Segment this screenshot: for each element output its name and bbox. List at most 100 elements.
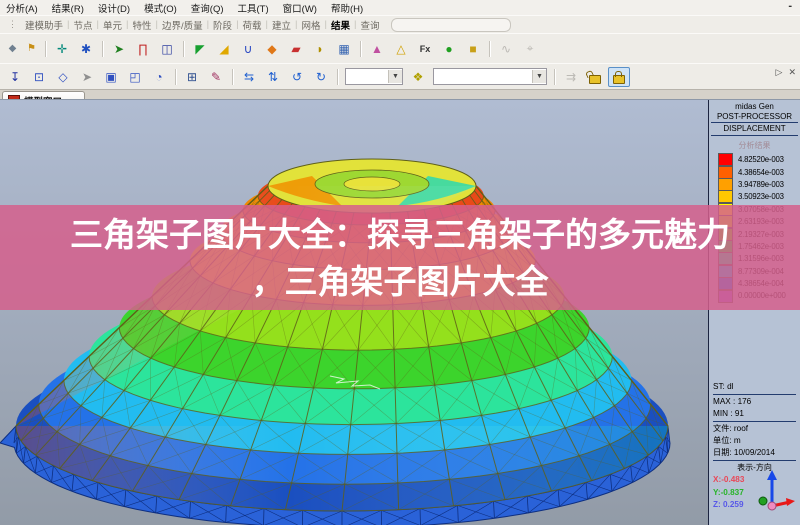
drag-handle-icon: ⋮	[8, 19, 17, 30]
axis-triad-icon	[758, 466, 796, 512]
toolbar-tab-2[interactable]: 单元	[99, 18, 126, 32]
toolbar-overflow-icon[interactable]: ▷	[776, 67, 783, 78]
zoom-window-icon[interactable]: ⊞	[181, 66, 203, 87]
toolbar-tab-0[interactable]: 建模助手	[21, 18, 67, 32]
seo-banner-overlay: 三角架子图片大全：探寻三角架子的多元魅力 ，三角架子图片大全	[0, 205, 800, 310]
yellow-triangle-icon[interactable]: △	[390, 38, 412, 59]
dome-model-render	[0, 100, 709, 525]
toolbar-separator	[102, 41, 103, 57]
legend-row: 4.38654e-003	[718, 166, 800, 178]
pan-left-icon[interactable]: ⇆	[238, 66, 260, 87]
toolbar-well	[391, 18, 511, 32]
toolbar-tab-8[interactable]: 网格	[298, 18, 325, 32]
flag-icon[interactable]: ⚑	[23, 40, 40, 57]
info-unit: 单位: m	[713, 435, 796, 447]
toolbar-separator	[45, 41, 46, 57]
rotate-right-icon[interactable]: ↻	[310, 66, 332, 87]
menu-item-0[interactable]: 分析(A)	[6, 1, 38, 15]
select-volume-icon[interactable]: ◰	[124, 66, 146, 87]
toolbar-tab-1[interactable]: 节点	[69, 18, 96, 32]
toolbar-separator	[232, 69, 233, 85]
crescent-icon[interactable]: ◗	[309, 38, 331, 59]
select-window-icon[interactable]: ▣	[100, 66, 122, 87]
toolbar-separator	[175, 69, 176, 85]
result-label: 分析结果	[709, 140, 800, 151]
legend-value: 4.38654e-003	[738, 168, 784, 177]
legend-row: 3.50923e-003	[718, 191, 800, 203]
lock-icon[interactable]	[608, 67, 630, 87]
result-toolbar: ◆⚑✛✱➤∏◫◤◢∪◆▰◗▦▲△Fx●■∿⌖	[0, 33, 800, 63]
toolbar-tab-4[interactable]: 边界/质量	[158, 18, 207, 32]
select-poly-icon[interactable]: ◇	[52, 66, 74, 87]
menu-item-1[interactable]: 结果(R)	[52, 1, 84, 15]
select-circle-icon[interactable]: ◔	[148, 66, 170, 87]
target-icon[interactable]: ⌖	[519, 38, 541, 59]
close-icon[interactable]: ✕	[788, 67, 796, 78]
box-frame-icon[interactable]: ◫	[156, 38, 178, 59]
pan-up-icon[interactable]: ⇅	[262, 66, 284, 87]
menu-item-4[interactable]: 查询(Q)	[191, 1, 224, 15]
zoom-pen-icon[interactable]: ✎	[205, 66, 227, 87]
select-box-icon[interactable]: ⊡	[28, 66, 50, 87]
app-window: 分析(A) 结果(R) 设计(D) 模式(O) 查询(Q) 工具(T) 窗口(W) 帮助(H)…	[0, 0, 800, 524]
rotate-left-icon[interactable]: ↺	[286, 66, 308, 87]
menu-item-6[interactable]: 窗口(W)	[283, 1, 317, 15]
triangle-load-icon[interactable]: ◤	[189, 38, 211, 59]
panel-mode: POST-PROCESSOR	[709, 112, 800, 122]
run-icon[interactable]: ➤	[108, 38, 130, 59]
view-toolbar: ↧⊡◇➤▣◰◔ ⊞✎ ⇆⇅↺↻ ▼ ❖ ▼ ⇉ ▷ ✕	[0, 63, 800, 89]
portal-frame-icon[interactable]: ∏	[132, 38, 154, 59]
menu-item-7[interactable]: 帮助(H)	[331, 1, 363, 15]
spider-icon[interactable]: ✱	[75, 38, 97, 59]
toolbar-tab-3[interactable]: 特性	[128, 18, 155, 32]
toolbar-tab-10[interactable]: 查询	[356, 18, 383, 32]
slab-load-icon[interactable]: ▰	[285, 38, 307, 59]
lightning-load-icon[interactable]: ◢	[213, 38, 235, 59]
info-date: 日期: 10/09/2014	[713, 447, 796, 459]
toolbar-separator	[489, 41, 490, 57]
toolbar-tab-9[interactable]: 结果	[327, 18, 354, 32]
toolbar-tab-6[interactable]: 荷载	[239, 18, 266, 32]
toolbar-tab-7[interactable]: 建立	[268, 18, 295, 32]
info-min: MIN : 91	[713, 408, 796, 420]
model-viewport[interactable]: midas Gen POST-PROCESSOR DISPLACEMENT 分析…	[0, 99, 800, 525]
curve-icon[interactable]: ∪	[237, 38, 259, 59]
arrows-icon[interactable]: ⇉	[560, 66, 582, 87]
diamond-icon[interactable]: ◆	[4, 40, 21, 57]
banner-line1: 三角架子图片大全：探寻三角架子的多元魅力	[70, 211, 730, 258]
toolbar-separator	[337, 69, 338, 85]
grid-icon[interactable]: ▦	[333, 38, 355, 59]
solid-box-icon[interactable]: ■	[462, 38, 484, 59]
toolbar-separator	[554, 69, 555, 85]
toolbar-tab-row: ⋮ 建模助手|节点|单元|特性|边界/质量|阶段|荷载|建立|网格|结果|查询	[0, 15, 800, 33]
unlock-icon[interactable]	[584, 67, 606, 87]
postprocessor-panel: midas Gen POST-PROCESSOR DISPLACEMENT 分析…	[708, 100, 800, 525]
toolbar-tab-5[interactable]: 阶段	[209, 18, 236, 32]
menu-item-5[interactable]: 工具(T)	[238, 1, 269, 15]
toolbar-separator	[183, 41, 184, 57]
sphere-icon[interactable]: ●	[438, 38, 460, 59]
diamond-load-icon[interactable]: ◆	[261, 38, 283, 59]
menu-item-2[interactable]: 设计(D)	[98, 1, 130, 15]
pink-triangle-icon[interactable]: ▲	[366, 38, 388, 59]
tree-filter-icon[interactable]: ❖	[407, 66, 429, 87]
legend-swatch	[718, 190, 733, 203]
tree-icon[interactable]: ✛	[51, 38, 73, 59]
result-combo-arrow-icon[interactable]: ▼	[388, 70, 402, 83]
legend-row: 3.94789e-003	[718, 178, 800, 190]
sine-icon[interactable]: ∿	[495, 38, 517, 59]
fx-icon[interactable]: Fx	[414, 38, 436, 59]
banner-line2: ，三角架子图片大全	[252, 258, 549, 305]
menu-item-3[interactable]: 模式(O)	[144, 1, 177, 15]
plumb-icon[interactable]: ↧	[4, 66, 26, 87]
info-max: MAX : 176	[713, 396, 796, 408]
pointer-icon[interactable]: ➤	[76, 66, 98, 87]
minimize-icon[interactable]: -	[788, 0, 792, 12]
result-combo[interactable]: ▼	[345, 68, 403, 85]
info-file: 文件: roof	[713, 423, 796, 435]
legend-value: 3.94789e-003	[738, 180, 784, 189]
menu-bar: 分析(A) 结果(R) 设计(D) 模式(O) 查询(Q) 工具(T) 窗口(W) 帮助(H)…	[0, 0, 800, 15]
loadcase-combo[interactable]: ▼	[433, 68, 547, 85]
loadcase-combo-arrow-icon[interactable]: ▼	[532, 70, 546, 83]
result-type: DISPLACEMENT	[709, 124, 800, 134]
